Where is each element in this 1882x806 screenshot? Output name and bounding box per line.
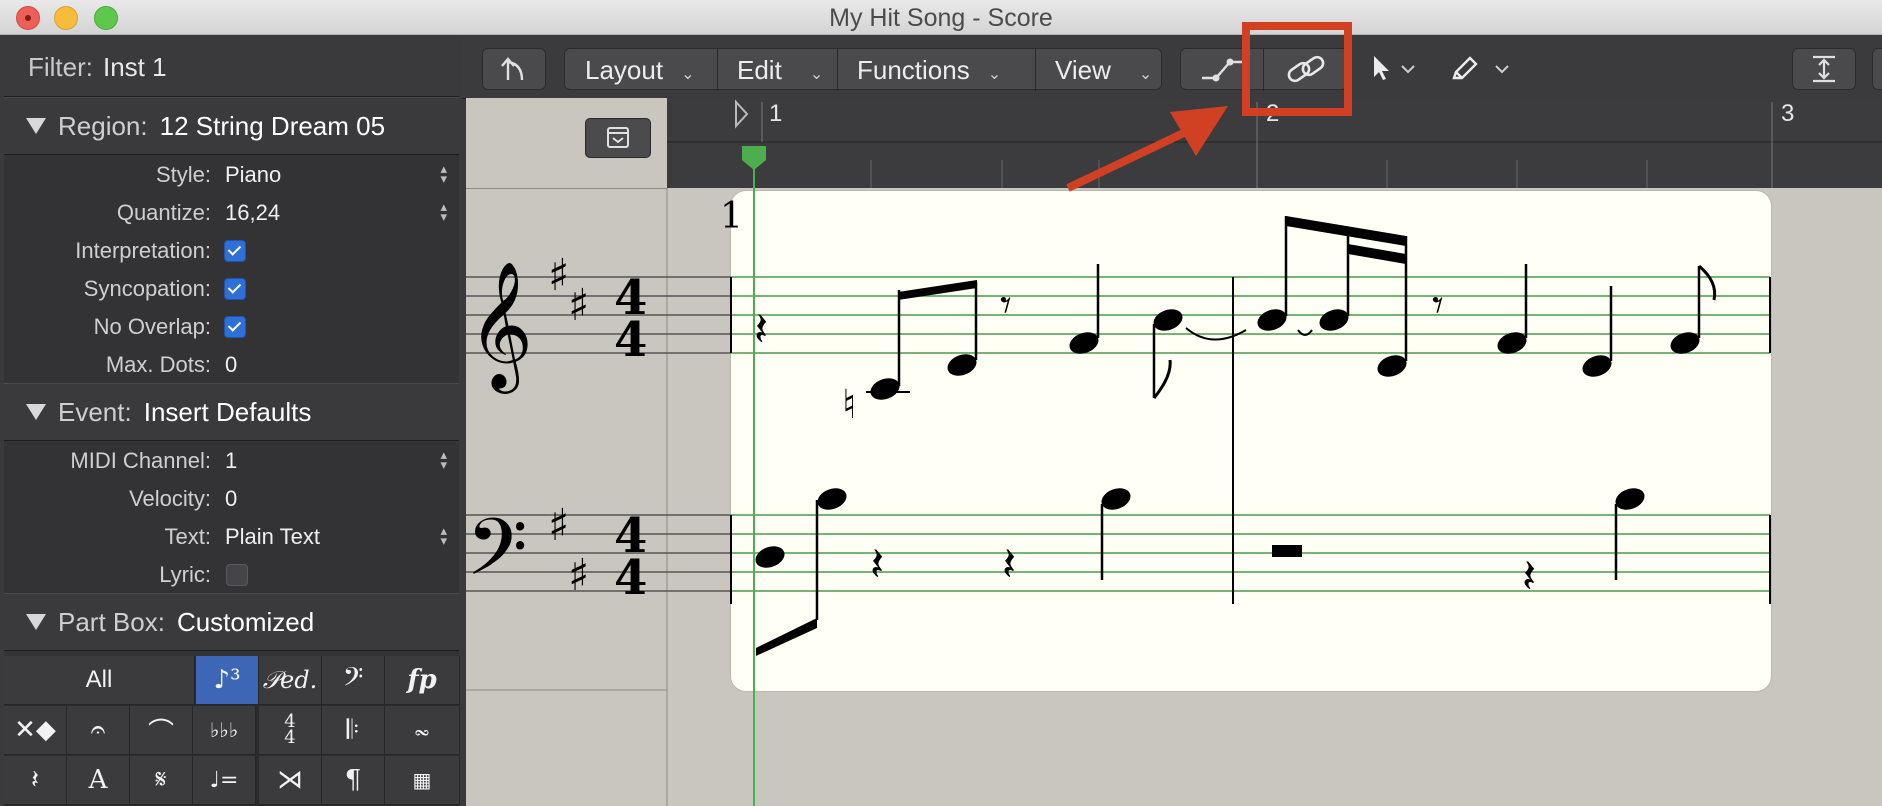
playhead-handle-icon bbox=[742, 146, 766, 170]
score-notation[interactable]: 𝄞 ♯ ♯ 4 4 𝄢 ♯ ♯ 4 4 𝄽 ♮ 𝄾 𝄾 𝄽 𝄽 𝄽 bbox=[0, 0, 1882, 806]
time-signature-bottom: 4 bbox=[614, 312, 647, 368]
bass-clef-icon: 𝄢 bbox=[466, 501, 528, 613]
sharp-icon: ♯ bbox=[568, 280, 589, 331]
quarter-rest-icon: 𝄽 bbox=[870, 537, 884, 591]
eighth-rest-icon: 𝄾 bbox=[1000, 280, 1012, 331]
quarter-rest-icon: 𝄽 bbox=[754, 302, 768, 356]
sharp-icon: ♯ bbox=[548, 500, 569, 551]
annotation-arrow bbox=[1066, 126, 1192, 192]
time-signature-bottom: 4 bbox=[614, 550, 647, 606]
sharp-icon: ♯ bbox=[568, 550, 589, 601]
quarter-rest-icon: 𝄽 bbox=[1002, 537, 1016, 591]
natural-icon: ♮ bbox=[842, 382, 856, 428]
half-rest-icon bbox=[1272, 545, 1302, 557]
sharp-icon: ♯ bbox=[548, 250, 569, 301]
eighth-rest-icon: 𝄾 bbox=[1432, 280, 1444, 331]
treble-clef-icon: 𝄞 bbox=[468, 260, 533, 394]
app-window: My Hit Song - Score Filter: Inst 1 Regio… bbox=[0, 0, 1882, 806]
highlight-box bbox=[1242, 22, 1352, 116]
quarter-rest-icon: 𝄽 bbox=[1522, 549, 1536, 603]
